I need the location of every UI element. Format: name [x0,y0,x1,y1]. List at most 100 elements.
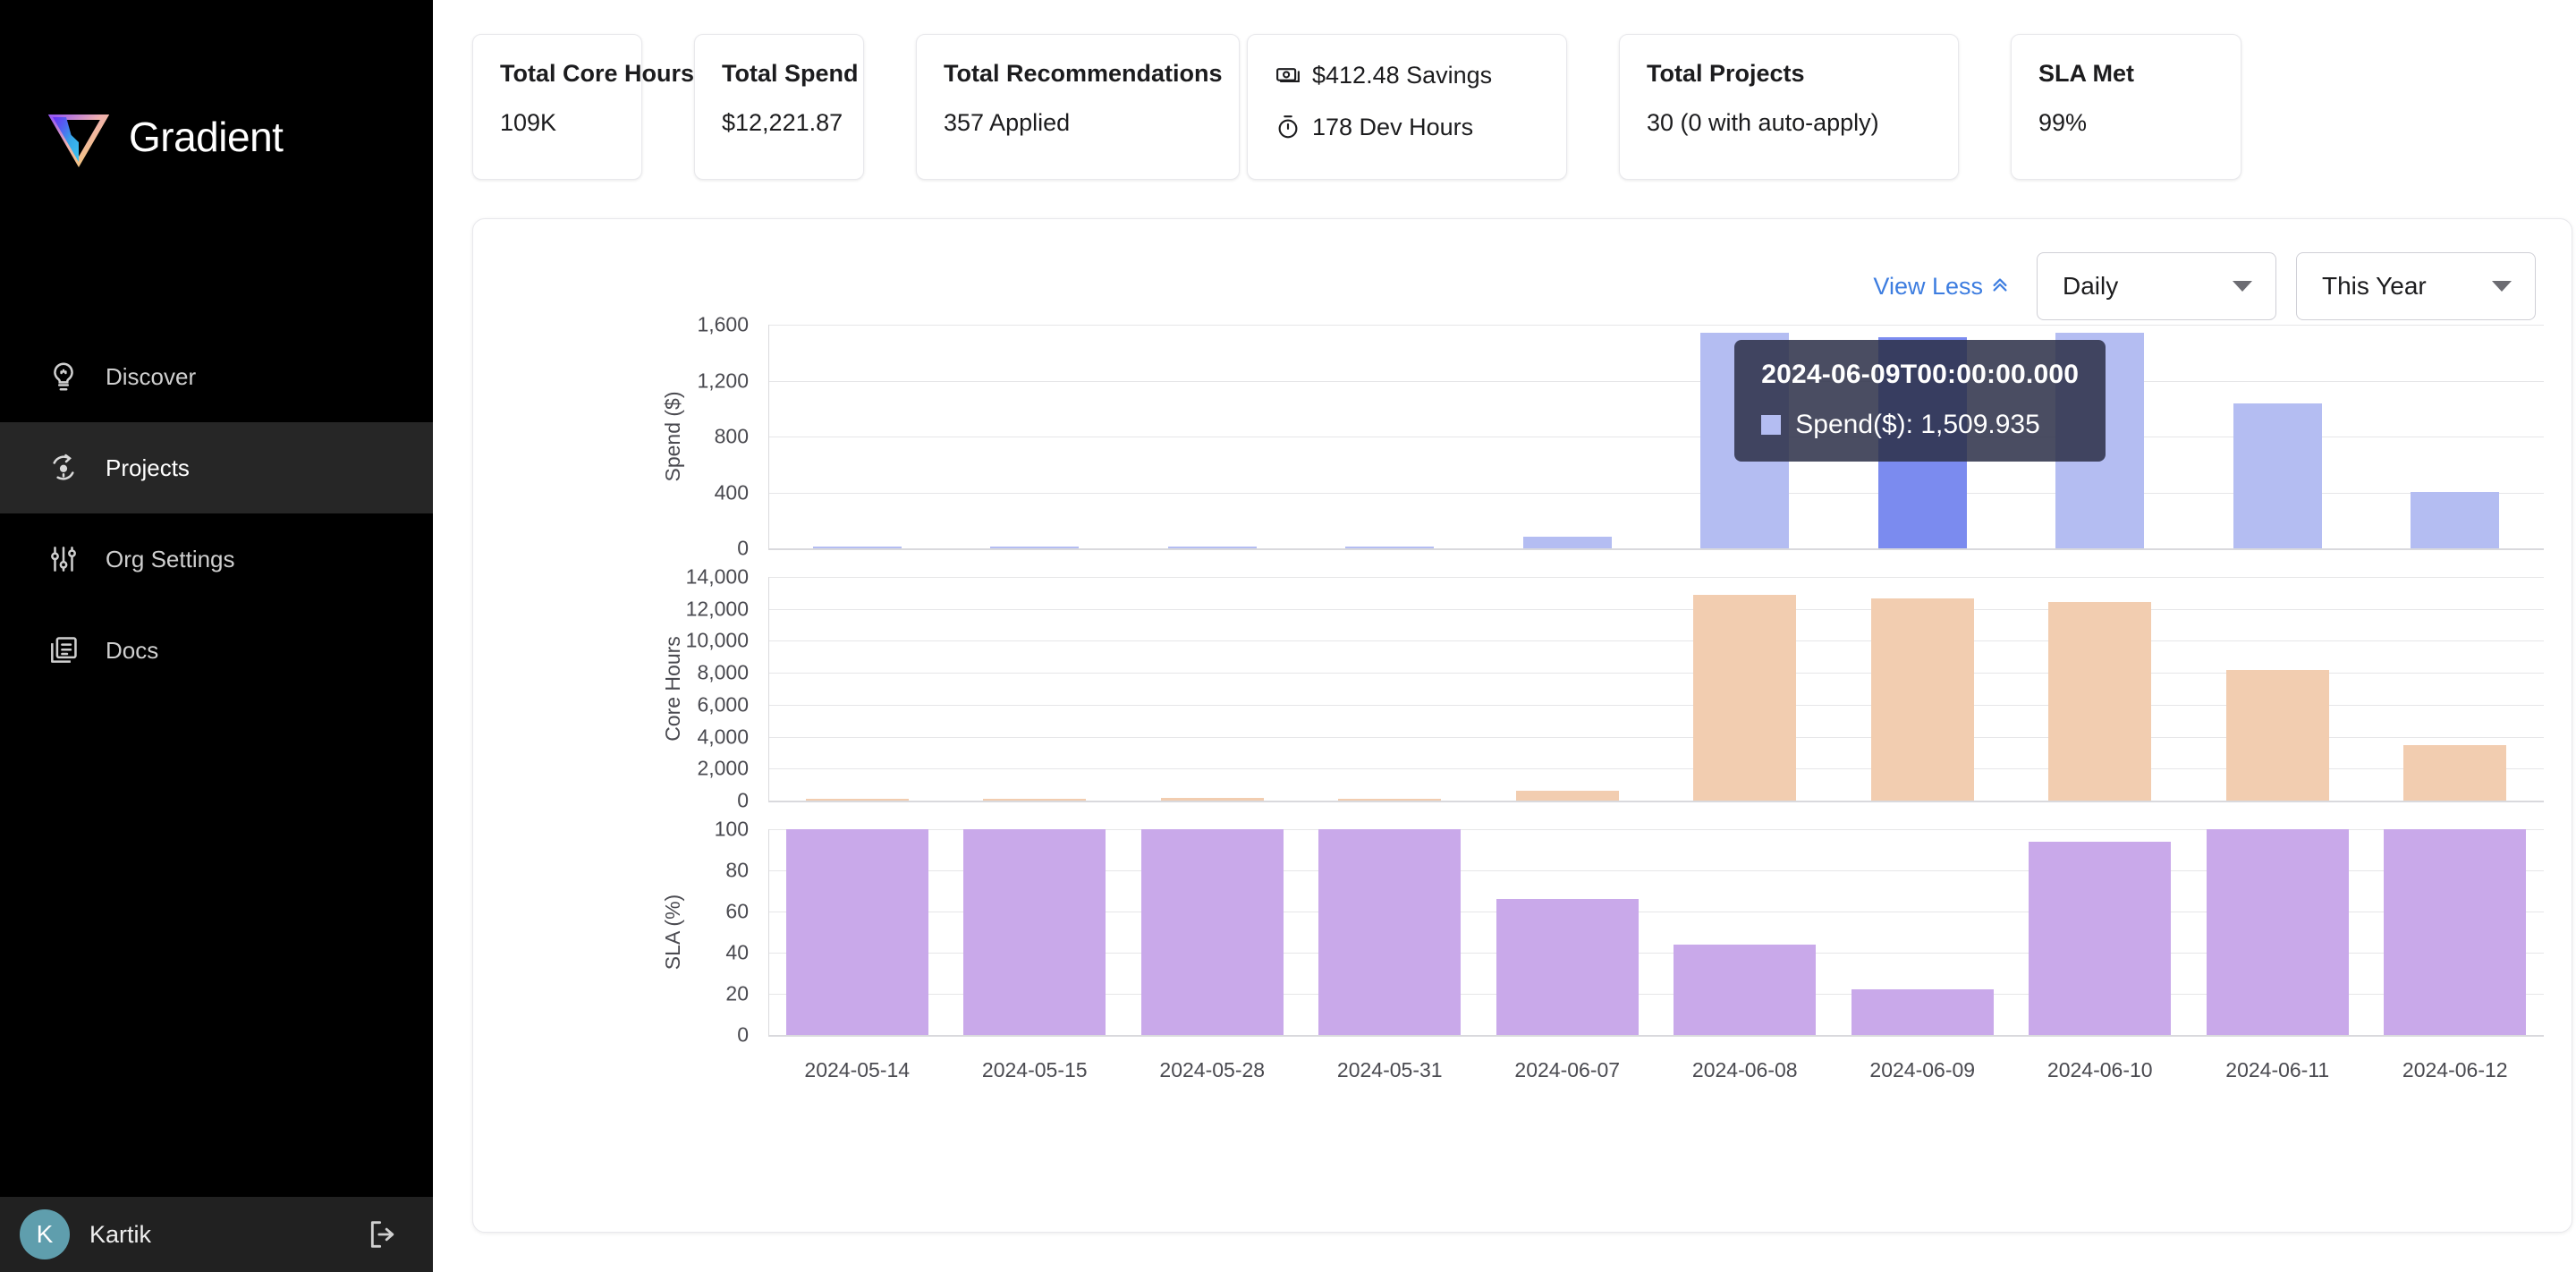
bar[interactable] [1338,799,1442,801]
stat-card-sla-met: SLA Met 99% [2011,34,2241,180]
x-tick-label: 2024-05-28 [1159,1058,1266,1081]
bar[interactable] [1674,944,1817,1035]
bar[interactable] [2384,829,2527,1035]
gridline [768,608,2544,610]
bar[interactable] [2225,669,2329,801]
documents-icon [45,632,82,669]
bar[interactable] [1140,829,1284,1035]
bar[interactable] [2206,829,2349,1035]
sidebar-item-discover[interactable]: Discover [0,331,433,422]
bar[interactable] [990,547,1080,548]
bar[interactable] [2055,332,2145,548]
gridline [768,380,2544,382]
stat-card-total-recommendations: Total Recommendations 357 Applied [916,34,1240,180]
stat-value: 357 Applied [944,109,1071,136]
avatar[interactable]: K [20,1209,70,1259]
bar[interactable] [1870,598,1974,801]
y-tick-label: 6,000 [697,692,749,717]
brand-name: Gradient [129,114,284,160]
y-tick-label: 0 [737,536,749,560]
y-axis-line [768,577,769,801]
y-tick-label: 80 [725,858,749,882]
bar[interactable] [1851,989,1994,1035]
stat-label: Total Spend [722,60,859,87]
stat-card-total-core-hours: Total Core Hours 109K [472,34,694,180]
bar[interactable] [1160,797,1264,801]
bar[interactable] [1700,332,1790,548]
stat-value: $12,221.87 [722,109,843,136]
bar[interactable] [1318,829,1462,1035]
stat-label: Total Projects [1647,60,1805,87]
y-tick-label: 20 [725,981,749,1005]
user-name: Kartik [89,1220,152,1248]
sidebar-nav: Discover Projects Org Settings Docs [0,331,433,696]
y-tick-label: 100 [714,817,749,841]
bar[interactable] [1515,790,1619,801]
gradient-triangle-logo-icon [47,106,110,167]
x-tick-label: 2024-05-15 [981,1058,1088,1081]
brand-logo[interactable]: Gradient [0,0,433,188]
y-tick-label: 60 [725,899,749,923]
x-tick-label: 2024-06-09 [1869,1058,1976,1081]
logout-icon[interactable] [365,1217,401,1252]
y-tick-label: 4,000 [697,725,749,749]
bar[interactable] [2411,492,2500,548]
y-axis-line [768,325,769,548]
x-tick-label: 2024-06-11 [2225,1058,2330,1081]
x-tick-label: 2024-06-07 [1514,1058,1621,1081]
x-axis-line [768,1035,2544,1037]
x-tick-label: 2024-06-08 [1691,1058,1798,1081]
y-tick-label: 40 [725,940,749,964]
x-tick-label: 2024-06-10 [2046,1058,2153,1081]
bar[interactable] [2048,601,2152,801]
y-tick-label: 8,000 [697,660,749,684]
y-tick-label: 2,000 [697,756,749,780]
view-less-label: View Less [1873,272,1983,300]
y-tick-label: 800 [714,424,749,448]
chevrons-up-icon [1990,273,2010,301]
sidebar-item-projects[interactable]: Projects [0,422,433,513]
stopwatch-icon [1275,114,1301,140]
gridline [768,325,2544,326]
y-tick-label: 1,600 [697,312,749,336]
stat-label: Total Recommendations [944,60,1223,87]
bar[interactable] [812,547,902,548]
chevron-down-icon [2233,281,2252,292]
stat-card-savings: $412.48 Savings 178 Dev Hours [1247,34,1567,180]
bar[interactable] [2403,745,2507,801]
app-root: Gradient Discover Projects Org Settings … [0,0,2576,1272]
charts-stack: 2024-06-09T00:00:00.000 Spend($): 1,509.… [473,313,2572,1221]
chart-toolbar: View Less Daily This Year [473,219,2572,320]
y-tick-label: 400 [714,480,749,504]
bar[interactable] [1877,337,1967,548]
range-value: This Year [2322,272,2427,300]
stat-value: 30 (0 with auto-apply) [1647,109,1879,136]
bar[interactable] [1167,547,1257,548]
y-tick-label: 0 [737,788,749,812]
user-bar: K Kartik [0,1197,433,1272]
sidebar-item-label: Discover [106,362,197,390]
dev-hours-line: 178 Dev Hours [1275,114,1539,140]
gridline [768,640,2544,642]
bar[interactable] [1496,899,1639,1035]
sidebar-item-org-settings[interactable]: Org Settings [0,513,433,605]
x-tick-label: 2024-06-12 [2402,1058,2508,1081]
bar[interactable] [1693,594,1797,801]
bar[interactable] [2233,403,2322,548]
bar[interactable] [805,798,909,801]
sidebar-item-docs[interactable]: Docs [0,605,433,696]
bar[interactable] [1345,547,1435,548]
x-axis-labels: 2024-05-14 2024-05-15 2024-05-28 2024-05-31… [473,1058,2572,1090]
dev-hours-text: 178 Dev Hours [1312,113,1474,140]
bar[interactable] [785,829,928,1035]
granularity-select[interactable]: Daily [2037,252,2276,320]
granularity-value: Daily [2063,272,2119,300]
x-axis-line [768,548,2544,550]
bar[interactable] [2029,841,2172,1035]
bar[interactable] [983,799,1087,801]
bar[interactable] [963,829,1106,1035]
view-less-button[interactable]: View Less [1873,273,2010,301]
range-select[interactable]: This Year [2296,252,2536,320]
main-content: Total Core Hours 109K Total Spend $12,22… [433,0,2576,1272]
bar[interactable] [1522,537,1612,548]
